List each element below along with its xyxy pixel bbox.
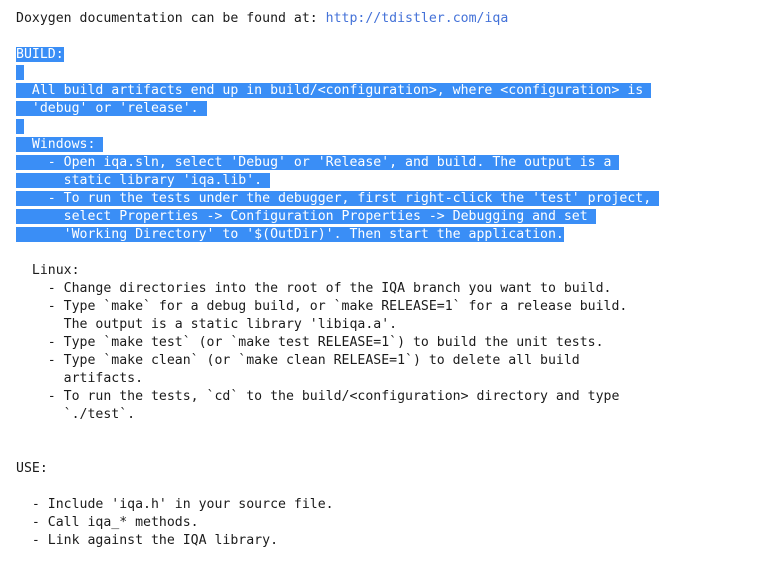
line-build-para-1: All build artifacts end up in build/<con… [16, 82, 780, 100]
selection-sliver-2 [16, 119, 24, 134]
line-windows-2b: select Properties -> Configuration Prope… [16, 208, 780, 226]
line-linux-4b: artifacts. [16, 371, 144, 386]
line-linux-4a: - Type `make clean` (or `make clean RELE… [16, 353, 580, 368]
line-linux-5b: `./test`. [16, 407, 136, 422]
line-blank-7 [16, 478, 780, 496]
line-blank-5 [16, 424, 780, 442]
line-blank-4 [16, 244, 780, 262]
line-windows-2c: 'Working Directory' to '$(OutDir)'. Then… [16, 226, 780, 244]
text-document-viewer[interactable]: Doxygen documentation can be found at: h… [0, 0, 780, 575]
windows-heading-selected: Windows: [16, 137, 104, 152]
windows-1b-selected: static library 'iqa.lib'. [16, 173, 271, 188]
line-windows-1a: - Open iqa.sln, select 'Debug' or 'Relea… [16, 154, 780, 172]
doxygen-url-link[interactable]: http://tdistler.com/iqa [326, 11, 509, 26]
line-blank-2 [16, 64, 780, 82]
windows-2c-selected: 'Working Directory' to '$(OutDir)'. Then… [16, 227, 564, 242]
build-para-2-selected: 'debug' or 'release'. [16, 101, 207, 116]
windows-1a-selected: - Open iqa.sln, select 'Debug' or 'Relea… [16, 155, 620, 170]
line-blank-6 [16, 442, 780, 460]
build-heading-selected: BUILD: [16, 47, 64, 62]
selection-sliver-1 [16, 65, 24, 80]
line-linux-1: - Change directories into the root of th… [16, 281, 612, 296]
line-use-heading: USE: [16, 461, 48, 476]
windows-2b-selected: select Properties -> Configuration Prope… [16, 209, 596, 224]
build-para-1-selected: All build artifacts end up in build/<con… [16, 83, 652, 98]
line-linux-2b: The output is a static library 'libiqa.a… [16, 317, 398, 332]
line-build-para-2: 'debug' or 'release'. [16, 100, 780, 118]
line-linux-3: - Type `make test` (or `make test RELEAS… [16, 335, 604, 350]
line-blank-3 [16, 118, 780, 136]
line-linux-2a: - Type `make` for a debug build, or `mak… [16, 299, 628, 314]
line-linux-5a: - To run the tests, `cd` to the build/<c… [16, 389, 620, 404]
doxygen-text: Doxygen documentation can be found at: [16, 11, 326, 26]
line-use-1: - Include 'iqa.h' in your source file. [16, 497, 334, 512]
line-blank-1 [16, 28, 780, 46]
windows-2a-selected: - To run the tests under the debugger, f… [16, 191, 660, 206]
line-use-3: - Link against the IQA library. [16, 533, 279, 548]
readme-text-content[interactable]: Doxygen documentation can be found at: h… [0, 0, 780, 550]
line-windows-1b: static library 'iqa.lib'. [16, 172, 780, 190]
line-use-2: - Call iqa_* methods. [16, 515, 199, 530]
line-linux-heading: Linux: [16, 263, 80, 278]
line-doxygen: Doxygen documentation can be found at: h… [16, 10, 780, 28]
line-build-heading: BUILD: [16, 46, 780, 64]
line-windows-heading: Windows: [16, 136, 780, 154]
line-windows-2a: - To run the tests under the debugger, f… [16, 190, 780, 208]
